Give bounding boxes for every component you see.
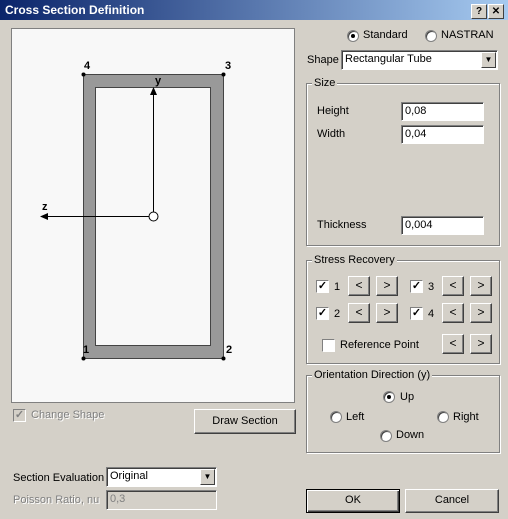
nastran-label: NASTRAN	[441, 29, 494, 41]
section-preview-pane: 4 3 1 2 y z	[11, 28, 295, 403]
corner-point-2	[221, 356, 226, 361]
poisson-ratio-input[interactable]: 0,3	[106, 490, 217, 510]
corner-point-4	[81, 72, 86, 77]
change-shape-checkbox[interactable]: ✓	[13, 409, 26, 422]
shape-select[interactable]: Rectangular Tube ▼	[341, 50, 498, 70]
orientation-left-radio[interactable]	[330, 411, 342, 423]
origin-marker	[148, 211, 159, 222]
standard-radio[interactable]	[347, 30, 359, 42]
chevron-down-icon[interactable]: ▼	[200, 469, 215, 485]
orientation-right-radio[interactable]	[437, 411, 449, 423]
width-input[interactable]: 0,04	[401, 125, 484, 144]
stress-point-2-left-button[interactable]: <	[348, 303, 370, 323]
thickness-input[interactable]: 0,004	[401, 216, 484, 235]
window-title: Cross Section Definition	[5, 3, 145, 17]
stress-point-2-checkbox[interactable]: ✓	[316, 307, 329, 320]
cancel-button[interactable]: Cancel	[405, 489, 499, 513]
width-label: Width	[317, 128, 346, 140]
nastran-radio[interactable]	[425, 30, 437, 42]
orientation-left-label: Left	[346, 411, 365, 423]
stress-point-2-label: 2	[334, 308, 341, 320]
corner-label-3: 3	[225, 60, 231, 72]
z-axis-label: z	[42, 201, 48, 213]
stress-point-1-left-button[interactable]: <	[348, 276, 370, 296]
thickness-label: Thickness	[317, 219, 367, 231]
shape-value: Rectangular Tube	[345, 53, 432, 65]
stress-point-3-label: 3	[428, 281, 435, 293]
corner-point-1	[81, 356, 86, 361]
stress-point-3-right-button[interactable]: >	[470, 276, 492, 296]
orientation-down-radio[interactable]	[380, 430, 392, 442]
stress-point-3-checkbox[interactable]: ✓	[410, 280, 423, 293]
section-preview-canvas: 4 3 1 2 y z	[40, 60, 232, 361]
corner-label-1: 1	[83, 344, 89, 356]
stress-point-1-label: 1	[334, 281, 341, 293]
orientation-up-label: Up	[400, 391, 415, 403]
corner-point-3	[221, 72, 226, 77]
section-evaluation-value: Original	[110, 470, 148, 482]
corner-label-2: 2	[226, 344, 232, 356]
section-evaluation-select[interactable]: Original ▼	[106, 467, 217, 487]
stress-point-2-right-button[interactable]: >	[376, 303, 398, 323]
shape-label: Shape	[307, 54, 339, 66]
change-shape-label: Change Shape	[31, 409, 105, 421]
reference-point-label: Reference Point	[340, 339, 419, 351]
stress-recovery-legend: Stress Recovery	[312, 254, 397, 266]
reference-point-checkbox[interactable]	[322, 339, 335, 352]
stress-point-1-right-button[interactable]: >	[376, 276, 398, 296]
draw-section-button[interactable]: Draw Section	[194, 409, 296, 434]
standard-label: Standard	[363, 29, 408, 41]
chevron-down-icon[interactable]: ▼	[481, 52, 496, 68]
ok-button[interactable]: OK	[306, 489, 400, 513]
height-label: Height	[317, 105, 349, 117]
poisson-ratio-label: Poisson Ratio, nu	[13, 494, 100, 506]
y-axis-label: y	[155, 75, 162, 87]
section-evaluation-label: Section Evaluation	[13, 472, 105, 484]
stress-point-4-left-button[interactable]: <	[442, 303, 464, 323]
stress-point-4-label: 4	[428, 308, 435, 320]
corner-label-4: 4	[84, 60, 91, 72]
stress-point-4-right-button[interactable]: >	[470, 303, 492, 323]
orientation-up-radio[interactable]	[383, 391, 395, 403]
height-input[interactable]: 0,08	[401, 102, 484, 121]
z-axis-arrow	[40, 213, 48, 220]
reference-point-left-button[interactable]: <	[442, 334, 464, 354]
stress-point-4-checkbox[interactable]: ✓	[410, 307, 423, 320]
orientation-legend: Orientation Direction (y)	[312, 369, 433, 381]
stress-point-1-checkbox[interactable]: ✓	[316, 280, 329, 293]
reference-point-right-button[interactable]: >	[470, 334, 492, 354]
orientation-down-label: Down	[396, 429, 425, 441]
orientation-right-label: Right	[453, 411, 479, 423]
close-button[interactable]: ✕	[488, 4, 504, 19]
help-button[interactable]: ?	[471, 4, 487, 19]
stress-point-3-left-button[interactable]: <	[442, 276, 464, 296]
size-legend: Size	[312, 77, 338, 89]
